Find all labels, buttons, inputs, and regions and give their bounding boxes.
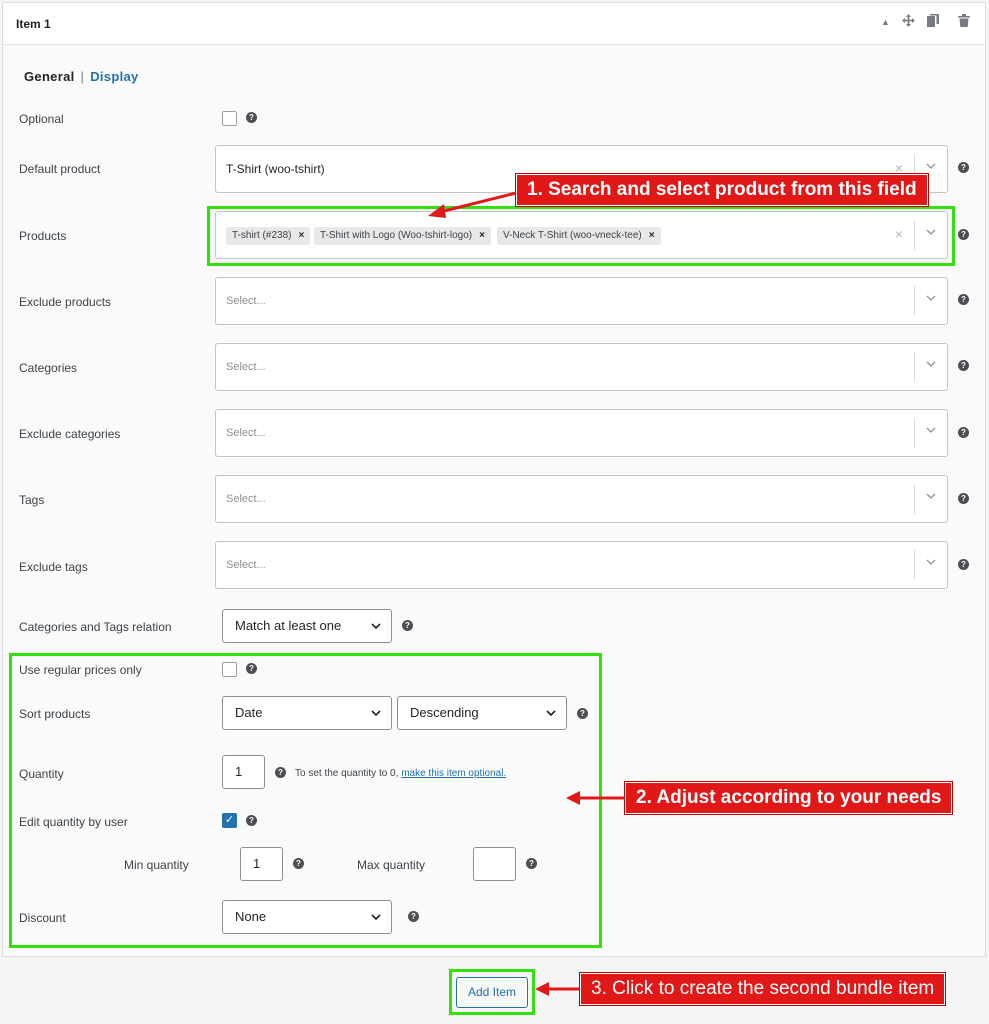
annotation-arrows <box>428 191 625 996</box>
arrow-2-head <box>566 791 580 805</box>
arrow-1-line <box>439 191 517 214</box>
arrow-1-head <box>428 204 446 218</box>
arrow-3-head <box>535 982 549 996</box>
